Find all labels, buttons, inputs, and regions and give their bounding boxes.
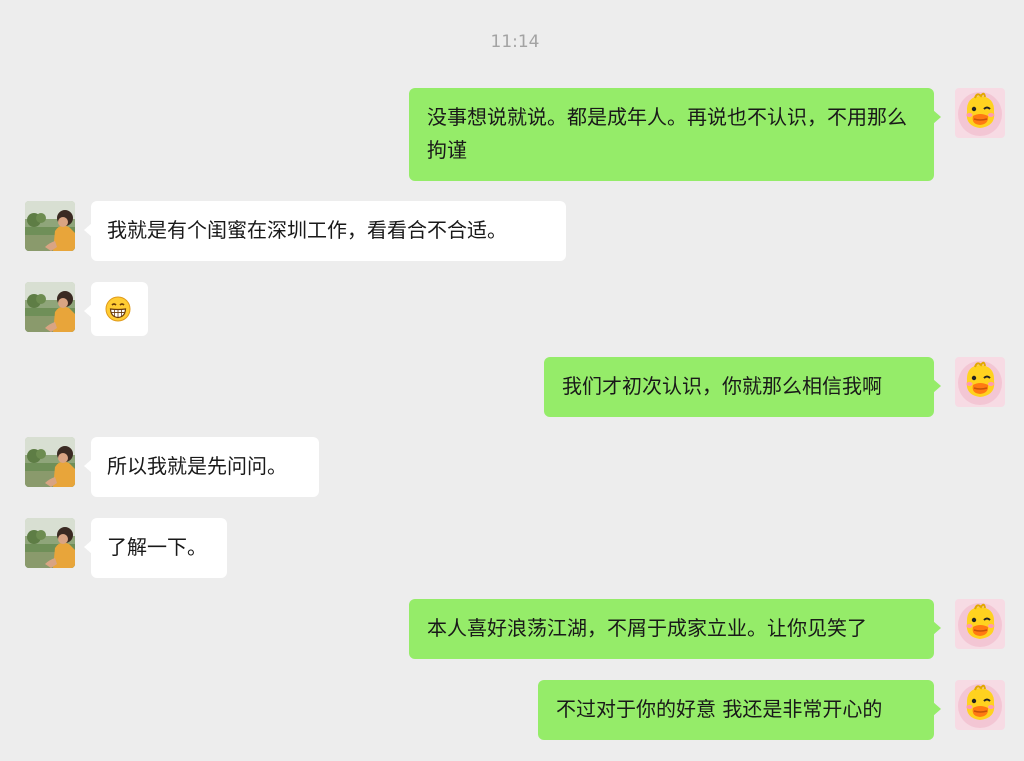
message-timestamp: 11:14 — [490, 32, 540, 52]
my-avatar-duck-icon[interactable] — [955, 88, 1005, 138]
outgoing-message-bubble[interactable]: 没事想说就说。都是成年人。再说也不认识，不用那么拘谨 — [409, 88, 941, 181]
friend-avatar[interactable] — [25, 282, 75, 332]
my-avatar-duck-icon[interactable] — [955, 357, 1005, 407]
friend-avatar[interactable] — [25, 437, 75, 487]
outgoing-message-bubble[interactable]: 不过对于你的好意 我还是非常开心的 — [538, 680, 941, 740]
incoming-message-bubble[interactable]: 我就是有个闺蜜在深圳工作，看看合不合适。 — [84, 201, 566, 261]
my-avatar-duck-icon[interactable] — [955, 599, 1005, 649]
friend-avatar[interactable] — [25, 201, 75, 251]
grinning-face-emoji-icon — [105, 296, 131, 322]
incoming-emoji-bubble[interactable] — [84, 282, 148, 336]
my-avatar-duck-icon[interactable] — [955, 680, 1005, 730]
outgoing-message-bubble[interactable]: 我们才初次认识，你就那么相信我啊 — [544, 357, 941, 417]
chat-window: 11:14 没事想说就说。都是成年人。再说也不认识，不用那么拘谨 我就是有个闺蜜… — [0, 0, 1024, 761]
incoming-message-bubble[interactable]: 了解一下。 — [84, 518, 227, 578]
friend-avatar[interactable] — [25, 518, 75, 568]
outgoing-message-bubble[interactable]: 本人喜好浪荡江湖，不屑于成家立业。让你见笑了 — [409, 599, 941, 659]
incoming-message-bubble[interactable]: 所以我就是先问问。 — [84, 437, 319, 497]
